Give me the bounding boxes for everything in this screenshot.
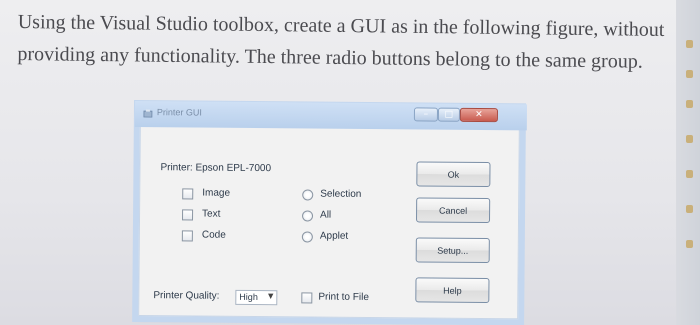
selection-radio-label: Selection [320,188,362,200]
close-button[interactable]: ✕ [459,107,498,123]
printer-gui-window: Printer GUI – □ ✕ Printer: Epson EPL-700… [134,100,528,320]
code-checkbox[interactable] [181,230,193,242]
print-quality-value: High [239,291,258,303]
selection-radio[interactable] [302,189,314,201]
minimize-icon: – [423,109,429,120]
sidebar-mark [686,100,693,108]
background-sidebar [676,0,700,325]
minimize-button[interactable]: – [413,107,438,122]
sidebar-mark [686,40,693,48]
applet-radio-label: Applet [319,230,349,242]
print-to-file-label: Print to File [318,291,369,304]
cancel-button[interactable]: Cancel [415,197,491,224]
image-checkbox[interactable] [182,188,194,200]
print-quality-dropdown[interactable]: High ▼ [235,289,278,306]
sidebar-mark [686,135,693,143]
instruction-text: Using the Visual Studio toolbox, create … [17,10,665,73]
applet-radio[interactable] [301,231,313,243]
text-checkbox-label: Text [202,208,221,220]
printer-label: Printer: Epson EPL-7000 [160,162,272,175]
text-checkbox[interactable] [182,209,194,221]
ok-button[interactable]: Ok [416,161,491,188]
close-icon: ✕ [475,109,483,120]
image-checkbox-label: Image [202,187,231,199]
all-radio[interactable] [301,210,314,222]
maximize-button[interactable]: □ [437,107,460,122]
chevron-down-icon: ▼ [267,292,274,301]
sidebar-mark [686,205,693,213]
help-button[interactable]: Help [415,277,490,304]
print-to-file-checkbox[interactable] [301,292,313,304]
setup-button[interactable]: Setup... [415,237,490,264]
all-radio-label: All [320,209,332,221]
title-bar[interactable]: Printer GUI – □ ✕ [134,100,528,131]
print-quality-label: Printer Quality: [153,290,220,302]
sidebar-mark [686,170,693,178]
sidebar-mark [686,240,693,248]
maximize-icon: □ [444,109,454,120]
app-icon [143,109,153,118]
sidebar-mark [686,70,693,78]
code-checkbox-label: Code [201,229,226,241]
window-title: Printer GUI [156,107,203,118]
